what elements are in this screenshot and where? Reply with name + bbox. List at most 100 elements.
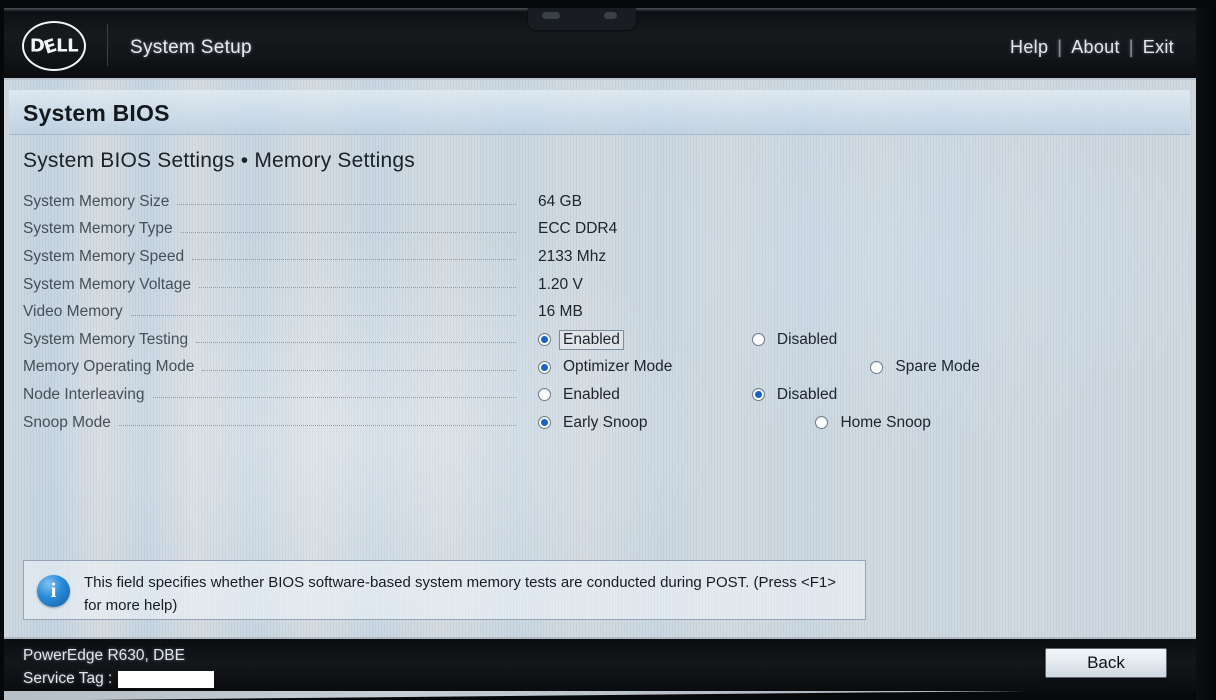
setting-label: System Memory Size xyxy=(23,192,170,210)
setting-row-snoop-mode: Snoop Mode Early Snoop Home Snoop xyxy=(23,409,1173,437)
dotted-leader xyxy=(118,425,516,427)
footer-bar: PowerEdge R630, DBE Service Tag : Back xyxy=(3,637,1196,691)
setting-label: Memory Operating Mode xyxy=(23,358,195,376)
setting-row-system-memory-voltage: System Memory Voltage 1.20 V xyxy=(23,271,1173,299)
header-nav: Help | About | Exit xyxy=(1010,37,1174,58)
page-title-band: System BIOS xyxy=(9,90,1190,135)
setting-label-wrap: Snoop Mode xyxy=(23,414,518,432)
dotted-leader xyxy=(202,369,516,371)
setting-label-wrap: Memory Operating Mode xyxy=(23,358,518,376)
setting-label: System Memory Testing xyxy=(23,330,189,348)
service-tag-label: Service Tag : xyxy=(23,670,113,687)
nav-separator-1: | xyxy=(1057,37,1063,57)
dotted-leader xyxy=(180,231,516,233)
system-name: PowerEdge R630, DBE xyxy=(23,647,185,664)
setting-value: 2133 Mhz xyxy=(538,247,607,265)
setting-label: Node Interleaving xyxy=(23,385,145,403)
radio-option-optimizer-mode[interactable]: Optimizer Mode xyxy=(538,357,676,377)
setting-label: Snoop Mode xyxy=(23,413,111,431)
setting-value-cell: ECC DDR4 xyxy=(518,220,1178,238)
radio-option-enabled[interactable]: Enabled xyxy=(538,329,624,350)
page-title: System BIOS xyxy=(23,100,170,126)
setting-label-wrap: Node Interleaving xyxy=(23,386,518,404)
setting-value: ECC DDR4 xyxy=(538,220,618,238)
setting-value-cell: 16 MB xyxy=(518,303,1178,321)
setting-value-cell: 64 GB xyxy=(518,193,1178,211)
dell-logo: DELL xyxy=(22,21,86,71)
setting-row-system-memory-size: System Memory Size 64 GB xyxy=(23,188,1173,216)
radio-button-disabled-icon[interactable] xyxy=(751,388,765,402)
webcam-lens-right xyxy=(604,12,617,19)
setting-row-memory-operating-mode: Memory Operating Mode Optimizer Mode Spare… xyxy=(23,354,1173,382)
setting-label-wrap: System Memory Testing xyxy=(23,331,518,349)
radio-button-home-snoop-icon[interactable] xyxy=(815,416,829,430)
info-icon: i xyxy=(37,575,70,607)
radio-option-disabled[interactable]: Disabled xyxy=(751,385,841,405)
setting-label-wrap: System Memory Voltage xyxy=(23,276,518,294)
radio-label: Home Snoop xyxy=(840,413,931,431)
radio-option-spare-mode[interactable]: Spare Mode xyxy=(870,357,983,377)
nav-help-link[interactable]: Help xyxy=(1010,37,1048,58)
setting-value: 1.20 V xyxy=(538,275,583,293)
nav-about-link[interactable]: About xyxy=(1071,37,1120,58)
radio-option-early-snoop[interactable]: Early Snoop xyxy=(538,413,651,433)
bezel-left xyxy=(0,0,4,700)
settings-list: System Memory Size 64 GB System Memory Typ… xyxy=(23,188,1173,436)
header-divider xyxy=(107,24,108,66)
radio-option-disabled[interactable]: Disabled xyxy=(751,330,841,350)
breadcrumb: System BIOS Settings • Memory Settings xyxy=(23,149,415,172)
service-tag-redaction xyxy=(118,670,215,688)
nav-exit-link[interactable]: Exit xyxy=(1143,37,1174,58)
app-title: System Setup xyxy=(130,37,252,58)
radio-button-enabled-icon[interactable] xyxy=(538,388,551,402)
setting-value: 64 GB xyxy=(538,192,582,210)
dell-logo-text: DELL xyxy=(29,35,79,59)
bezel-top xyxy=(0,0,1216,8)
radio-button-spare-mode-icon[interactable] xyxy=(870,360,884,374)
setting-options-cell: Early Snoop Home Snoop xyxy=(518,413,1178,433)
bezel-right xyxy=(1196,0,1216,700)
setting-label-wrap: System Memory Speed xyxy=(23,248,518,266)
monitor-photo: DELL System Setup Help | About | Exit Sy… xyxy=(0,0,1216,700)
setting-label-wrap: Video Memory xyxy=(23,303,518,321)
info-icon-glyph: i xyxy=(50,578,57,602)
dotted-leader xyxy=(196,342,516,344)
radio-label: Enabled xyxy=(563,385,620,403)
setting-row-video-memory: Video Memory 16 MB xyxy=(23,298,1173,326)
dotted-leader xyxy=(192,259,516,261)
setting-options-cell: Enabled Disabled xyxy=(518,385,1178,405)
setting-label-wrap: System Memory Type xyxy=(23,220,518,238)
bios-screen: DELL System Setup Help | About | Exit Sy… xyxy=(3,8,1196,691)
setting-row-system-memory-speed: System Memory Speed 2133 Mhz xyxy=(23,243,1173,271)
radio-label: Optimizer Mode xyxy=(563,358,673,376)
radio-option-enabled[interactable]: Enabled xyxy=(538,385,624,405)
radio-button-disabled-icon[interactable] xyxy=(751,333,765,347)
radio-label: Disabled xyxy=(776,385,838,403)
nav-separator-2: | xyxy=(1128,37,1134,57)
service-tag-line: Service Tag : xyxy=(23,670,215,688)
setting-label-wrap: System Memory Size xyxy=(23,193,518,211)
setting-label: System Memory Speed xyxy=(23,247,185,265)
setting-value: 16 MB xyxy=(538,303,583,321)
dotted-leader xyxy=(177,204,516,206)
setting-value-cell: 1.20 V xyxy=(518,276,1178,294)
setting-row-system-memory-type: System Memory Type ECC DDR4 xyxy=(23,216,1173,244)
radio-button-optimizer-mode-icon[interactable] xyxy=(538,360,551,374)
setting-value-cell: 2133 Mhz xyxy=(518,248,1178,266)
webcam-lens-left xyxy=(542,12,560,19)
radio-label: Spare Mode xyxy=(895,358,980,376)
radio-label: Early Snoop xyxy=(563,413,648,431)
setting-row-system-memory-testing: System Memory Testing Enabled Disabled xyxy=(23,326,1173,354)
setting-label: System Memory Voltage xyxy=(23,275,191,293)
radio-button-early-snoop-icon[interactable] xyxy=(538,416,551,430)
back-button[interactable]: Back xyxy=(1045,648,1167,678)
radio-option-home-snoop[interactable]: Home Snoop xyxy=(815,413,934,433)
setting-label: System Memory Type xyxy=(23,220,173,238)
radio-label: Disabled xyxy=(776,330,838,348)
setting-options-cell: Enabled Disabled xyxy=(518,329,1178,350)
help-box: i This field specifies whether BIOS soft… xyxy=(23,560,866,620)
setting-options-cell: Optimizer Mode Spare Mode xyxy=(518,357,1178,377)
dotted-leader xyxy=(198,287,516,289)
help-text: This field specifies whether BIOS softwa… xyxy=(84,574,836,614)
radio-button-enabled-icon[interactable] xyxy=(538,333,551,347)
